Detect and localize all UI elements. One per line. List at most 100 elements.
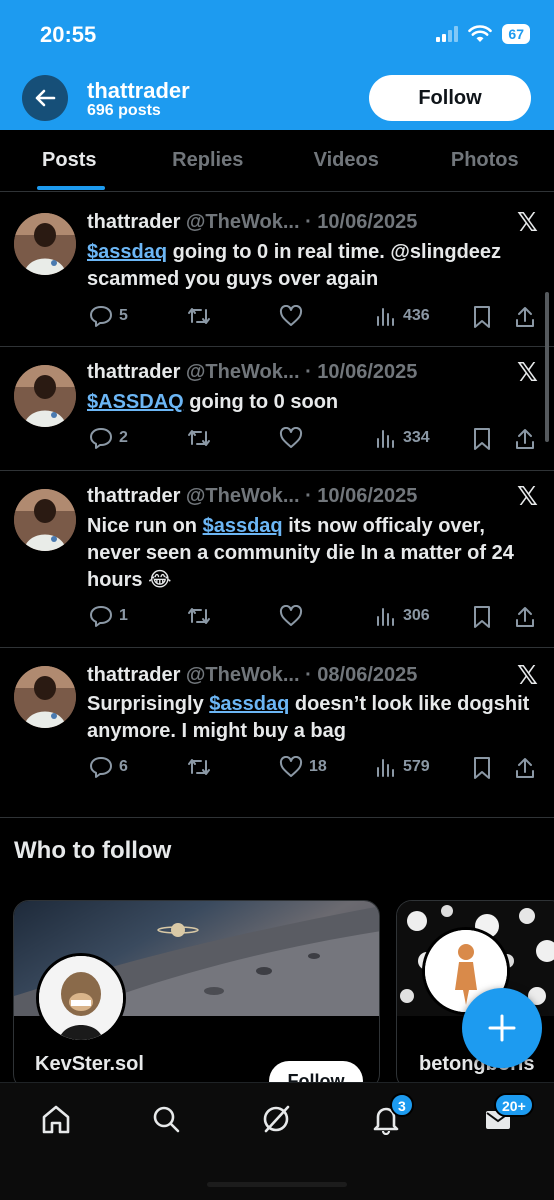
tweet-text-prefix: Nice run on xyxy=(87,515,203,537)
tab-videos[interactable]: Videos xyxy=(277,130,416,191)
back-button[interactable] xyxy=(22,75,68,121)
author-name[interactable]: thattrader xyxy=(87,485,180,507)
nav-grok[interactable] xyxy=(256,1099,296,1139)
author-handle: @TheWok... xyxy=(185,211,300,233)
cashtag-link[interactable]: $assdaq xyxy=(209,693,289,715)
wifi-icon xyxy=(468,25,493,42)
avatar[interactable] xyxy=(14,666,76,728)
bookmark-button[interactable] xyxy=(472,605,492,629)
follow-suggestion-card[interactable]: betongboris xyxy=(396,900,554,1090)
share-button[interactable] xyxy=(514,427,536,451)
reply-button[interactable]: 5 xyxy=(89,305,128,327)
nav-home[interactable] xyxy=(36,1099,76,1139)
author-handle: @TheWok... xyxy=(185,664,300,686)
bookmark-button[interactable] xyxy=(472,305,492,329)
tweet[interactable]: thattrader @TheWok... · 10/06/2025 𝕏 $ASSD… xyxy=(0,347,554,471)
retweet-button[interactable] xyxy=(187,756,217,778)
bookmark-button[interactable] xyxy=(472,427,492,451)
retweet-button[interactable] xyxy=(187,427,217,449)
profile-post-count: 696 posts xyxy=(87,102,161,119)
bookmark-icon xyxy=(474,428,490,450)
reply-count: 6 xyxy=(119,758,128,775)
avatar[interactable] xyxy=(14,489,76,551)
reply-button[interactable]: 2 xyxy=(89,427,128,449)
share-icon xyxy=(516,758,534,778)
tweet-text: Surprisingly $assdaq doesn’t look like d… xyxy=(87,691,537,745)
home-indicator xyxy=(207,1182,347,1187)
heart-icon xyxy=(279,305,303,326)
compose-button[interactable] xyxy=(462,988,542,1068)
reply-icon xyxy=(90,306,112,327)
tweet-actions: 6 18 579 xyxy=(87,756,542,782)
reply-button[interactable]: 1 xyxy=(89,605,128,627)
retweet-icon xyxy=(188,308,210,324)
tweet[interactable]: thattrader @TheWok... · 10/06/2025 𝕏 Nice … xyxy=(0,471,554,648)
separator-dot: · xyxy=(299,211,318,233)
who-to-follow-heading: Who to follow xyxy=(14,837,172,864)
tweet-header: thattrader @TheWok... · 10/06/2025 xyxy=(87,211,417,234)
arrow-left-icon xyxy=(35,89,56,107)
retweet-icon xyxy=(188,608,210,624)
reply-button[interactable]: 6 xyxy=(89,756,128,778)
retweet-button[interactable] xyxy=(187,305,217,327)
tweet-header: thattrader @TheWok... · 10/06/2025 xyxy=(87,361,417,384)
tweet-actions: 2 334 xyxy=(87,427,542,453)
tweet-date[interactable]: 08/06/2025 xyxy=(317,664,417,686)
bookmark-button[interactable] xyxy=(472,756,492,780)
active-tab-indicator xyxy=(37,186,105,190)
cashtag-link[interactable]: $assdaq xyxy=(87,241,167,263)
tweet-text: Nice run on $assdaq its now officaly ove… xyxy=(87,513,537,594)
views-button[interactable]: 306 xyxy=(375,605,430,627)
share-button[interactable] xyxy=(514,756,536,780)
nav-search[interactable] xyxy=(146,1099,186,1139)
cashtag-link[interactable]: $assdaq xyxy=(203,515,283,537)
separator-dot: · xyxy=(299,485,318,507)
avatar[interactable] xyxy=(14,213,76,275)
profile-name: thattrader xyxy=(87,78,190,103)
tweet-date[interactable]: 10/06/2025 xyxy=(317,211,417,233)
views-count: 436 xyxy=(403,307,430,324)
home-icon xyxy=(42,1105,70,1134)
share-button[interactable] xyxy=(514,605,536,629)
profile-tabs: Posts Replies Videos Photos xyxy=(0,130,554,192)
retweet-icon xyxy=(188,430,210,446)
views-button[interactable]: 334 xyxy=(375,427,430,449)
like-count: 18 xyxy=(309,758,327,775)
tweet-actions: 1 306 xyxy=(87,605,542,631)
scrollbar[interactable] xyxy=(545,292,549,442)
retweet-icon xyxy=(188,759,210,775)
retweet-button[interactable] xyxy=(187,605,217,627)
views-button[interactable]: 579 xyxy=(375,756,430,778)
author-name[interactable]: thattrader xyxy=(87,211,180,233)
cashtag-link[interactable]: $ASSDAQ xyxy=(87,391,184,413)
separator-dot: · xyxy=(299,361,318,383)
follow-button[interactable]: Follow xyxy=(369,75,531,121)
author-name[interactable]: thattrader xyxy=(87,361,180,383)
avatar[interactable] xyxy=(14,365,76,427)
like-button[interactable] xyxy=(279,305,309,327)
x-logo-icon: 𝕏 xyxy=(517,207,538,237)
tweet-header: thattrader @TheWok... · 10/06/2025 xyxy=(87,485,417,508)
like-button[interactable]: 18 xyxy=(279,756,327,778)
tab-replies[interactable]: Replies xyxy=(139,130,278,191)
like-button[interactable] xyxy=(279,427,309,449)
author-name[interactable]: thattrader xyxy=(87,664,180,686)
share-icon xyxy=(516,607,534,627)
share-button[interactable] xyxy=(514,305,536,329)
tweet-date[interactable]: 10/06/2025 xyxy=(317,485,417,507)
grok-icon xyxy=(263,1105,290,1133)
tweet-text-prefix: Surprisingly xyxy=(87,693,210,715)
plus-icon xyxy=(488,1014,516,1042)
follow-suggestion-card[interactable]: KevSter.sol Follow xyxy=(13,900,380,1090)
tab-photos[interactable]: Photos xyxy=(416,130,554,191)
like-button[interactable] xyxy=(279,605,309,627)
tweet[interactable]: thattrader @TheWok... · 10/06/2025 𝕏 $assd… xyxy=(0,197,554,347)
tweet[interactable]: thattrader @TheWok... · 08/06/2025 𝕏 Surpr… xyxy=(0,648,554,818)
tweet-date[interactable]: 10/06/2025 xyxy=(317,361,417,383)
status-icons: 67 xyxy=(436,24,530,44)
tweet-header: thattrader @TheWok... · 08/06/2025 xyxy=(87,664,417,687)
share-icon xyxy=(516,429,534,449)
tab-posts[interactable]: Posts xyxy=(0,130,139,191)
views-button[interactable]: 436 xyxy=(375,305,430,327)
status-time: 20:55 xyxy=(40,22,97,47)
